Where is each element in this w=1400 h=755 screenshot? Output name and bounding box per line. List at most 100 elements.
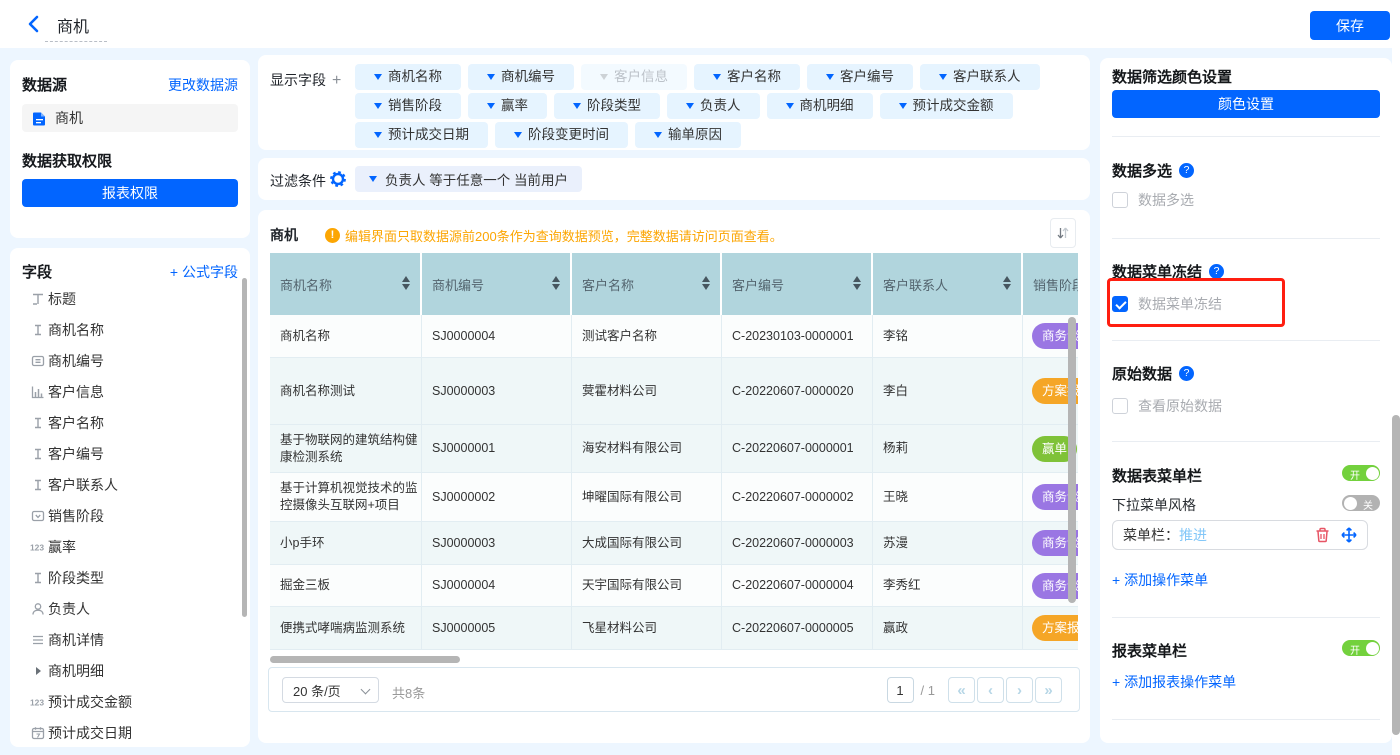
display-field-chip[interactable]: 客户联系人 [920, 64, 1040, 90]
table-vertical-scrollbar[interactable] [1068, 317, 1076, 603]
table-menu-toggle[interactable]: 开 [1342, 465, 1380, 481]
warning-icon: ! [325, 228, 340, 243]
field-item[interactable]: 客户信息 [10, 376, 250, 407]
field-item[interactable]: 客户名称 [10, 407, 250, 438]
first-page-button[interactable]: « [948, 677, 975, 703]
table-row[interactable]: 商机名称SJ0000004测试客户名称C-20230103-0000001李铭商… [270, 315, 1078, 358]
chip-label: 输单原因 [668, 122, 722, 148]
help-icon[interactable]: ? [1209, 264, 1224, 279]
add-display-field-icon[interactable]: + [332, 72, 341, 89]
delete-icon[interactable] [1315, 527, 1330, 543]
dropdown-style-toggle[interactable]: 关 [1342, 495, 1380, 511]
fields-scrollbar[interactable] [242, 278, 247, 617]
display-field-chip[interactable]: 商机明细 [767, 93, 873, 119]
field-item[interactable]: 商机名称 [10, 314, 250, 345]
sort-icon[interactable] [552, 276, 560, 290]
column-header-label: 客户联系人 [883, 275, 948, 294]
report-menu-toggle[interactable]: 开 [1342, 640, 1380, 656]
display-field-chip[interactable]: 阶段变更时间 [495, 122, 628, 148]
column-header[interactable]: 客户联系人 [873, 253, 1023, 315]
report-permission-button[interactable]: 报表权限 [22, 179, 238, 207]
field-item[interactable]: 123赢率 [10, 531, 250, 562]
field-item[interactable]: 123预计成交金额 [10, 686, 250, 717]
page-scrollbar[interactable] [1392, 48, 1400, 755]
add-report-menu-link[interactable]: + 添加报表操作菜单 [1112, 672, 1236, 692]
display-field-chip[interactable]: 商机编号 [468, 64, 574, 90]
column-header[interactable]: 销售阶段 [1023, 253, 1078, 315]
column-header[interactable]: 商机编号 [422, 253, 572, 315]
sort-icon[interactable] [402, 276, 410, 290]
move-icon[interactable] [1341, 527, 1357, 543]
display-field-chip[interactable]: 阶段类型 [554, 93, 660, 119]
field-item[interactable]: 预计成交日期 [10, 717, 250, 748]
sort-icon[interactable] [702, 276, 710, 290]
menu-item-row[interactable]: 菜单栏： 推进 [1112, 520, 1368, 550]
table-row[interactable]: 商机名称测试SJ0000003蓂霍材料公司C-20220607-0000020李… [270, 358, 1078, 425]
pager: 1 / 1 « ‹ › » [887, 677, 1062, 703]
formula-field-link[interactable]: + 公式字段 [170, 262, 238, 282]
field-item[interactable]: 客户联系人 [10, 469, 250, 500]
filter-settings-gear-icon[interactable] [330, 171, 346, 187]
display-field-chip[interactable]: 赢率 [468, 93, 547, 119]
chip-label: 阶段变更时间 [528, 122, 609, 148]
display-field-chip[interactable]: 负责人 [667, 93, 760, 119]
table-row[interactable]: 基于计算机视觉技术的监控摄像头互联网+项目SJ0000002坤曜国际有限公司C-… [270, 473, 1078, 522]
column-header[interactable]: 客户名称 [572, 253, 722, 315]
table-cell: 商机名称测试 [270, 358, 422, 425]
field-item[interactable]: 标题 [10, 283, 250, 314]
help-icon[interactable]: ? [1179, 366, 1194, 381]
save-button[interactable]: 保存 [1310, 11, 1390, 40]
display-field-chip[interactable]: 商机名称 [355, 64, 461, 90]
freeze-checkbox[interactable] [1112, 296, 1128, 312]
sort-icon[interactable] [1003, 276, 1011, 290]
display-field-chip[interactable]: 客户名称 [694, 64, 800, 90]
last-page-button[interactable]: » [1035, 677, 1062, 703]
field-item[interactable]: 销售阶段 [10, 500, 250, 531]
field-item[interactable]: 商机明细 [10, 655, 250, 686]
multi-select-option[interactable]: 数据多选 [1112, 190, 1194, 210]
field-item-label: 商机明细 [48, 661, 104, 681]
field-item[interactable]: 客户编号 [10, 438, 250, 469]
page-scrollbar-thumb[interactable] [1392, 415, 1400, 735]
field-item[interactable]: 阶段类型 [10, 562, 250, 593]
color-settings-button[interactable]: 颜色设置 [1112, 90, 1380, 118]
display-field-chip[interactable]: 输单原因 [635, 122, 741, 148]
table-row[interactable]: 掘金三板SJ0000004天宇国际有限公司C-20220607-0000004李… [270, 565, 1078, 607]
add-menu-link[interactable]: + 添加操作菜单 [1112, 570, 1208, 590]
table-row[interactable]: 小p手环SJ0000003大成国际有限公司C-20220607-0000003苏… [270, 522, 1078, 565]
freeze-option[interactable]: 数据菜单冻结 [1112, 294, 1222, 314]
datasource-item[interactable]: 商机 [22, 104, 238, 132]
change-datasource-link[interactable]: 更改数据源 [168, 75, 238, 95]
table-menu-title: 数据表菜单栏 [1112, 465, 1202, 486]
sort-icon[interactable] [853, 276, 861, 290]
back-icon[interactable] [26, 14, 42, 34]
prev-page-button[interactable]: ‹ [977, 677, 1004, 703]
display-field-chip[interactable]: 客户编号 [807, 64, 913, 90]
raw-data-option[interactable]: 查看原始数据 [1112, 396, 1222, 416]
raw-data-checkbox[interactable] [1112, 398, 1128, 414]
multi-select-checkbox[interactable] [1112, 192, 1128, 208]
page-number-input[interactable]: 1 [887, 677, 914, 703]
table-row[interactable]: 便携式哮喘病监测系统SJ0000005飞星材料公司C-20220607-0000… [270, 607, 1078, 650]
table-cell: 基于计算机视觉技术的监控摄像头互联网+项目 [270, 473, 422, 522]
display-field-chip[interactable]: 客户信息 [581, 64, 687, 90]
table-row[interactable]: 基于物联网的建筑结构健康检测系统SJ0000001海安材料有限公司C-20220… [270, 425, 1078, 473]
filter-condition-chip[interactable]: 负责人 等于任意一个 当前用户 [355, 166, 582, 192]
display-field-chip[interactable]: 预计成交日期 [355, 122, 488, 148]
table-horizontal-scrollbar[interactable] [270, 656, 460, 663]
display-fields-label: 显示字段+ [270, 70, 341, 90]
display-field-chips: 商机名称商机编号客户信息客户名称客户编号客户联系人销售阶段赢率阶段类型负责人商机… [355, 64, 1059, 148]
page-size-select[interactable]: 20 条/页 [282, 677, 379, 703]
table-sort-button[interactable] [1050, 218, 1076, 248]
field-item[interactable]: 负责人 [10, 593, 250, 624]
display-field-chip[interactable]: 销售阶段 [355, 93, 461, 119]
display-field-chip[interactable]: 预计成交金额 [880, 93, 1013, 119]
next-page-button[interactable]: › [1006, 677, 1033, 703]
field-item[interactable]: 商机详情 [10, 624, 250, 655]
field-item[interactable]: 商机编号 [10, 345, 250, 376]
top-header: 商机 保存 [0, 0, 1400, 48]
help-icon[interactable]: ? [1179, 163, 1194, 178]
column-header[interactable]: 客户编号 [722, 253, 873, 315]
lines-icon [30, 632, 45, 648]
column-header[interactable]: 商机名称 [270, 253, 422, 315]
